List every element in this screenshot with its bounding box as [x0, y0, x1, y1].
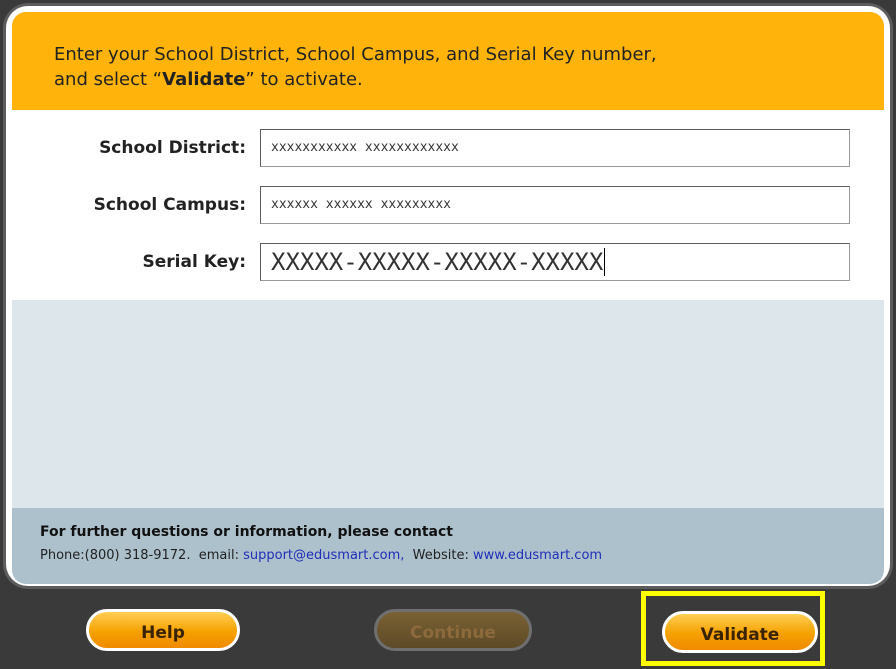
instructions-line-1: Enter your School District, School Campu…	[54, 44, 657, 65]
activation-panel: Enter your School District, School Campu…	[12, 12, 884, 584]
instructions-text: Enter your School District, School Campu…	[54, 42, 854, 92]
serial-key-label: Serial Key:	[142, 252, 247, 272]
school-campus-label: School Campus:	[93, 195, 246, 215]
contact-footer: For further questions or information, pl…	[12, 508, 884, 584]
campus-row: School Campus: xxxxxx xxxxxx xxxxxxxxx	[12, 186, 884, 226]
activation-form: School District: xxxxxxxxxxx xxxxxxxxxxx…	[12, 110, 884, 300]
phone-number: (800) 318-9172.	[84, 548, 191, 563]
instructions-post: ” to activate.	[245, 69, 363, 90]
school-district-label: School District:	[99, 138, 246, 158]
district-row: School District: xxxxxxxxxxx xxxxxxxxxxx…	[12, 129, 884, 169]
serial-row: Serial Key: XXXXX-XXXXX-XXXXX-XXXXX	[12, 243, 884, 283]
instructions-line-2: and select “Validate” to activate.	[54, 67, 854, 92]
website-label: Website:	[412, 548, 469, 563]
serial-key-value: XXXXX-XXXXX-XXXXX-XXXXX	[271, 248, 606, 276]
school-campus-input[interactable]: xxxxxx xxxxxx xxxxxxxxx	[260, 186, 850, 224]
contact-details: Phone:(800) 318-9172. email: support@edu…	[40, 548, 602, 563]
phone-label: Phone:	[40, 548, 85, 563]
email-link[interactable]: support@edusmart.com,	[243, 548, 404, 563]
school-campus-value: xxxxxx xxxxxx xxxxxxxxx	[271, 197, 452, 212]
website-link[interactable]: www.edusmart.com	[473, 548, 602, 563]
text-caret	[604, 248, 606, 276]
school-district-input[interactable]: xxxxxxxxxxx xxxxxxxxxxxx	[260, 129, 850, 167]
blank-area	[12, 300, 884, 508]
validate-highlight-box	[641, 591, 825, 666]
serial-key-input[interactable]: XXXXX-XXXXX-XXXXX-XXXXX	[260, 243, 850, 281]
instructions-header: Enter your School District, School Campu…	[12, 12, 884, 110]
continue-button[interactable]: Continue	[374, 609, 532, 651]
contact-title: For further questions or information, pl…	[40, 524, 453, 540]
email-label: email:	[198, 548, 239, 563]
help-button[interactable]: Help	[86, 609, 240, 651]
school-district-value: xxxxxxxxxxx xxxxxxxxxxxx	[271, 140, 459, 155]
instructions-pre: and select “	[54, 69, 163, 90]
instructions-validate-word: Validate	[162, 69, 246, 90]
serial-key-text: XXXXX-XXXXX-XXXXX-XXXXX	[271, 248, 604, 276]
